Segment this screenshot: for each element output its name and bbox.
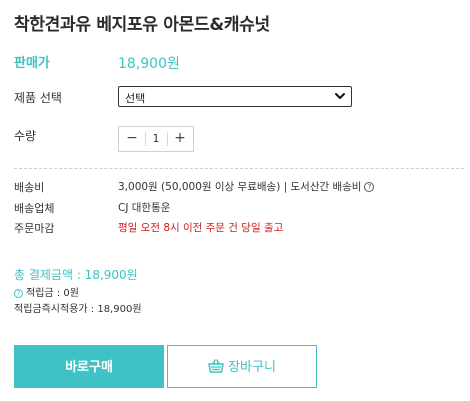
buy-now-button[interactable]: 바로구매 [14,345,164,388]
shipping-fee-value: 3,000원 (50,000원 이상 무료배송) | 도서산간 배송비? [118,179,375,194]
shipping-fee-label: 배송비 [14,181,45,194]
shipping-fee-row: 배송비 3,000원 (50,000원 이상 무료배송) | 도서산간 배송비? [14,179,375,195]
question-circle-icon[interactable]: ? [364,182,375,192]
option-selected-value: 선택 [125,92,146,105]
deadline-row: 주문마감 평일 오전 8시 이전 주문 건 당일 출고 [14,220,283,236]
add-to-cart-button[interactable]: 장바구니 [167,345,317,388]
cart-button-label: 장바구니 [228,359,276,374]
quantity-increase-button[interactable]: + [169,127,191,151]
carrier-label: 배송업체 [14,202,55,215]
section-divider [14,168,464,169]
stepper-divider [167,132,168,146]
deadline-value: 평일 오전 8시 이전 주문 건 당일 출고 [118,222,284,234]
basket-icon [208,359,224,373]
quantity-decrease-button[interactable]: − [121,127,143,151]
option-select[interactable]: 선택 [118,86,352,107]
carrier-row: 배송업체 CJ 대한통운 [14,200,170,216]
total-amount: 총 결제금액 : 18,900원 [14,268,138,282]
product-title: 착한견과유 베지포유 아몬드&캐슈넛 [14,15,270,35]
price-row: 판매가 18,900원 [14,52,180,72]
carrier-value: CJ 대한통운 [118,202,171,214]
instant-points: 적립금즉시적용가 : 18,900원 [14,304,142,315]
points-text: 적립금 : 0원 [26,288,79,299]
shipping-fee-text: 3,000원 (50,000원 이상 무료배송) | 도서산간 배송비 [118,181,362,193]
price-label: 판매가 [14,56,50,71]
chevron-down-icon [335,93,345,99]
quantity-stepper: − 1 + [118,126,194,152]
deadline-label: 주문마감 [14,222,55,235]
question-circle-icon[interactable]: ? [14,289,23,298]
quantity-input[interactable]: 1 [146,127,166,151]
quantity-label: 수량 [14,129,37,143]
points-row: ? 적립금 : 0원 [14,284,79,299]
price-value: 18,900원 [118,56,180,72]
option-label: 제품 선택 [14,91,62,105]
